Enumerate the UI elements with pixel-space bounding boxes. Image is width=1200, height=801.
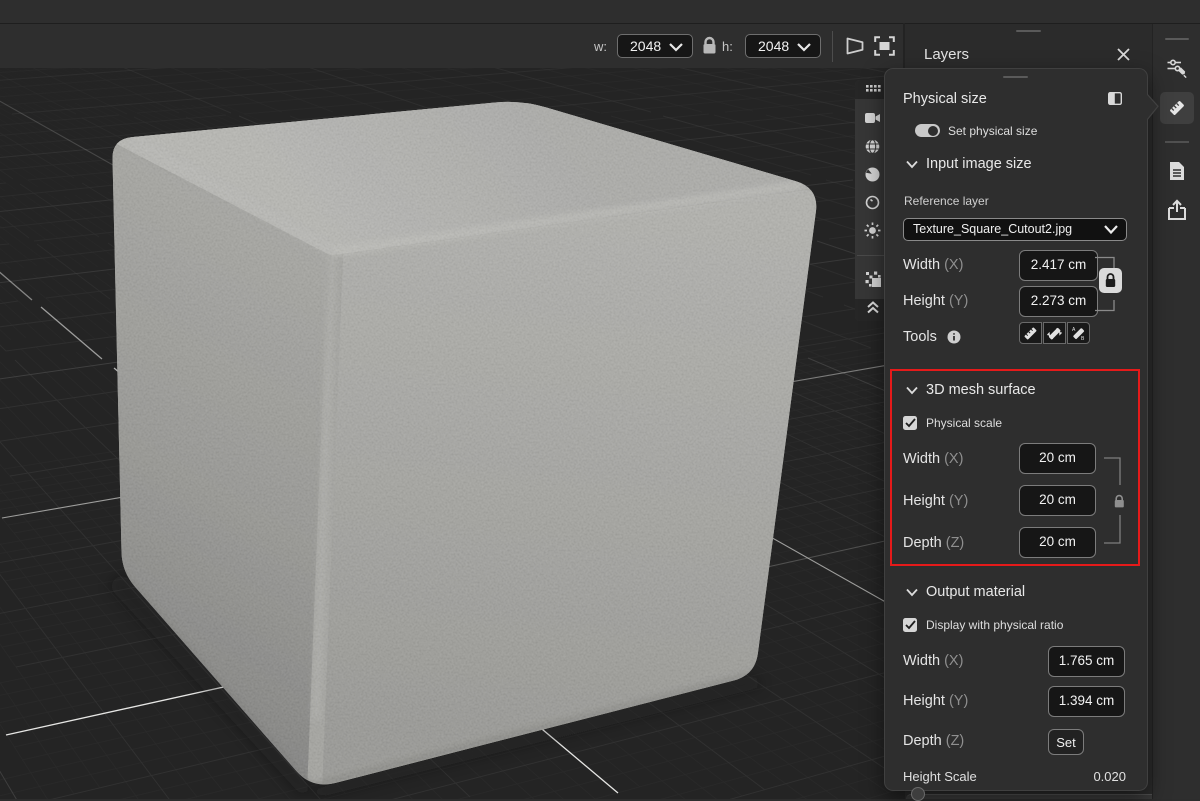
svg-text:A: A xyxy=(1072,327,1076,333)
svg-text:B: B xyxy=(1081,336,1085,341)
